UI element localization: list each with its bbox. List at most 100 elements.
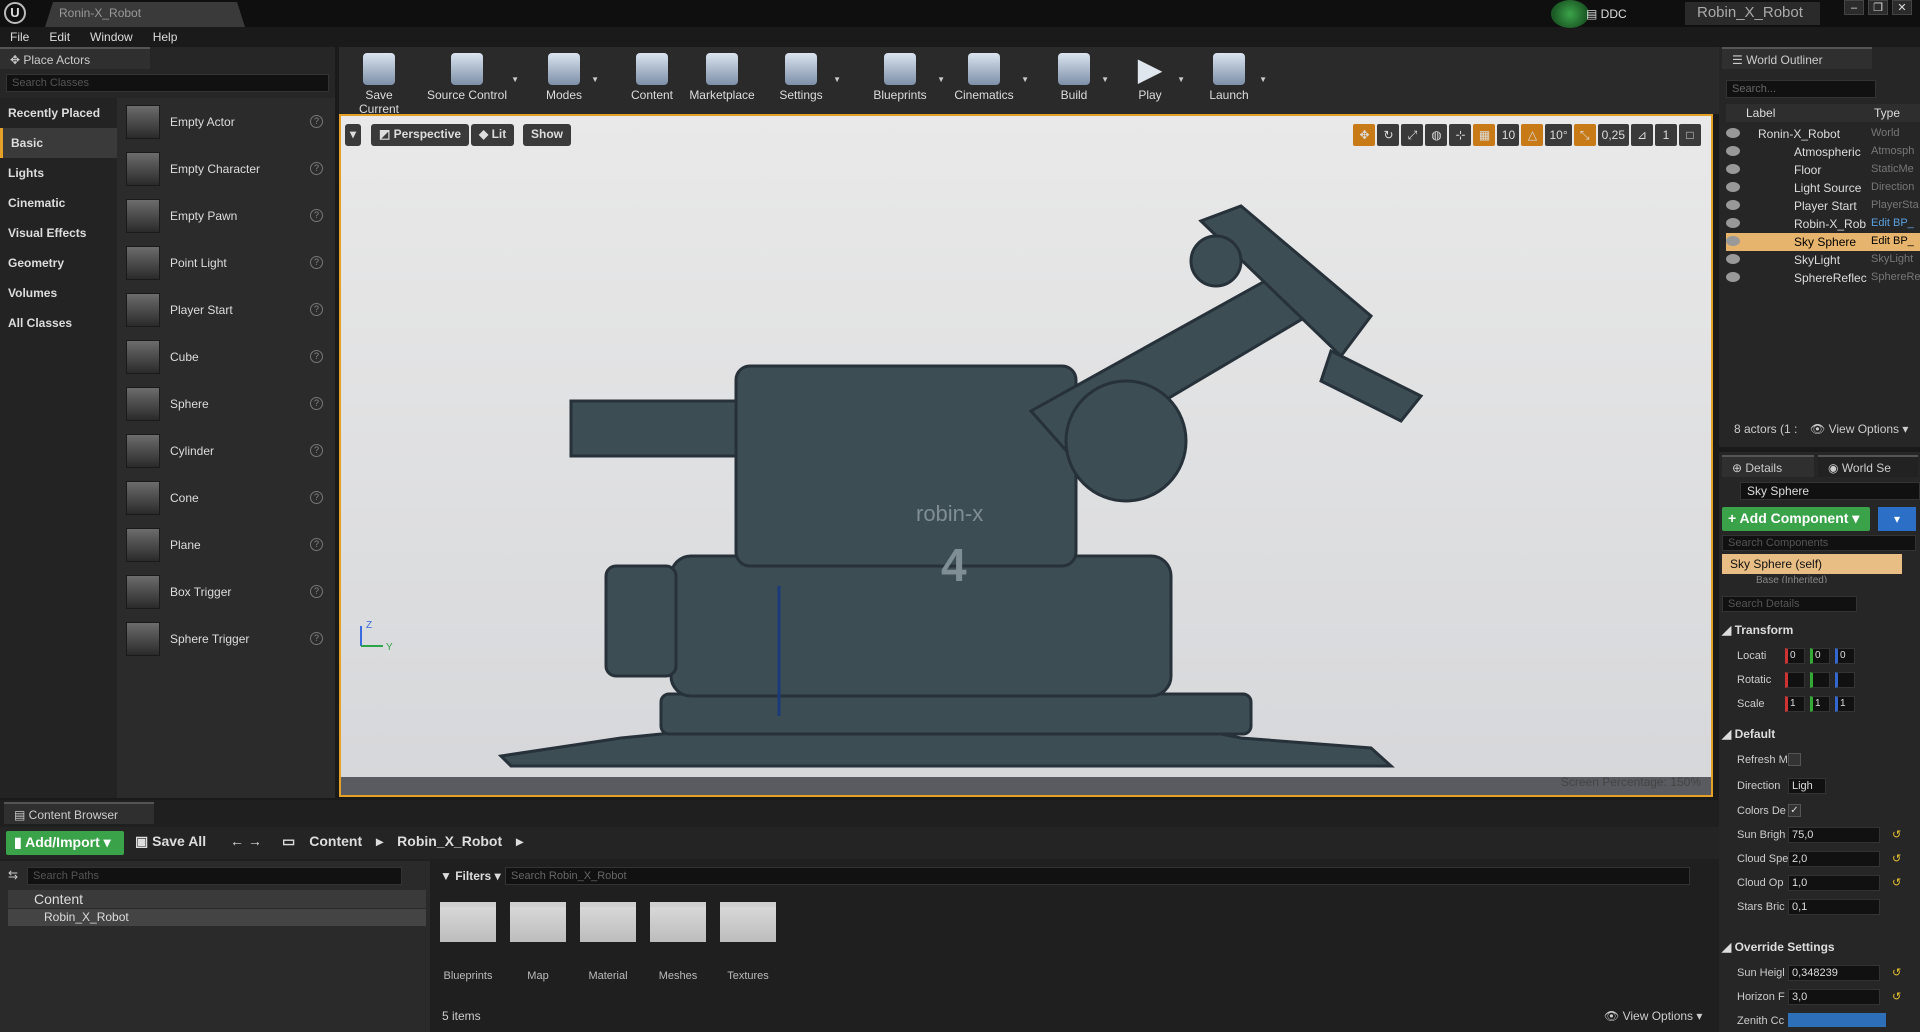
modes-button[interactable]: Modes ▼ xyxy=(539,47,599,114)
launch-button[interactable]: Launch ▼ xyxy=(1201,47,1267,114)
scale-y-field[interactable]: 1 xyxy=(1810,696,1830,712)
source-control-button[interactable]: Source Control ▼ xyxy=(425,47,519,114)
cloud-speed-field[interactable]: 2,0 xyxy=(1788,851,1880,867)
outliner-row[interactable]: SkyLight SkyLight xyxy=(1726,251,1920,269)
visibility-eye-icon[interactable] xyxy=(1726,128,1740,138)
cloud-opacity-field[interactable]: 1,0 xyxy=(1788,875,1880,891)
search-components-input[interactable]: Search Components xyxy=(1722,535,1916,551)
dropdown-arrow-icon[interactable]: ▼ xyxy=(591,75,599,84)
outliner-row[interactable]: Floor StaticMe xyxy=(1726,161,1920,179)
add-import-button[interactable]: ▮ Add/Import ▾ xyxy=(6,831,124,855)
dropdown-arrow-icon[interactable]: ▼ xyxy=(1101,75,1109,84)
play-button[interactable]: ▶ Play ▼ xyxy=(1125,47,1185,114)
help-icon[interactable]: ? xyxy=(310,585,323,598)
actor-item[interactable]: Cone? xyxy=(117,474,335,521)
object-name-field[interactable]: Sky Sphere xyxy=(1740,482,1920,500)
folder-meshes-icon[interactable] xyxy=(650,902,706,942)
location-z-field[interactable]: 0 xyxy=(1835,648,1855,664)
rotation-y-field[interactable] xyxy=(1810,672,1830,688)
content-view-options-button[interactable]: 👁 View Options ▾ xyxy=(1604,1009,1702,1023)
outliner-row[interactable]: Light Source Direction xyxy=(1726,179,1920,197)
minimize-button[interactable]: – xyxy=(1844,0,1864,15)
category-all-classes[interactable]: All Classes xyxy=(0,308,117,338)
component-inherited-item[interactable]: Base (Inherited) xyxy=(1722,575,1902,583)
scale-z-field[interactable]: 1 xyxy=(1835,696,1855,712)
override-section-header[interactable]: ◢ Override Settings xyxy=(1722,940,1835,954)
zenith-color-swatch[interactable] xyxy=(1788,1013,1886,1027)
actor-item[interactable]: Plane? xyxy=(117,521,335,568)
outliner-row[interactable]: Ronin-X_Robot World xyxy=(1726,125,1920,143)
search-assets-input[interactable]: Search Robin_X_Robot xyxy=(505,867,1690,885)
dropdown-arrow-icon[interactable]: ▼ xyxy=(511,75,519,84)
default-section-header[interactable]: ◢ Default xyxy=(1722,727,1775,741)
visibility-eye-icon[interactable] xyxy=(1726,182,1740,192)
folder-material-icon[interactable] xyxy=(580,902,636,942)
build-button[interactable]: Build ▼ xyxy=(1049,47,1109,114)
maximize-button[interactable]: ❐ xyxy=(1868,0,1888,15)
visibility-eye-icon[interactable] xyxy=(1726,200,1740,210)
edit-blueprint-link[interactable]: Edit BP_ xyxy=(1871,217,1914,229)
outliner-row-selected[interactable]: Sky Sphere Edit BP_ xyxy=(1726,233,1920,251)
dropdown-arrow-icon[interactable]: ▼ xyxy=(1259,75,1267,84)
rotation-x-field[interactable] xyxy=(1785,672,1805,688)
visibility-eye-icon[interactable] xyxy=(1726,254,1740,264)
help-icon[interactable]: ? xyxy=(310,256,323,269)
search-details-input[interactable]: Search Details xyxy=(1722,596,1857,612)
col-label[interactable]: Label xyxy=(1746,106,1775,120)
blueprints-button[interactable]: Blueprints ▼ xyxy=(865,47,945,114)
category-recently-placed[interactable]: Recently Placed xyxy=(0,98,117,128)
transform-section-header[interactable]: ◢ Transform xyxy=(1722,623,1793,637)
reset-default-icon[interactable]: ↺ xyxy=(1892,828,1901,841)
sun-brightness-field[interactable]: 75,0 xyxy=(1788,827,1880,843)
outliner-row[interactable]: Atmospheric Atmosph xyxy=(1726,143,1920,161)
horizon-falloff-field[interactable]: 3,0 xyxy=(1788,989,1880,1005)
help-icon[interactable]: ? xyxy=(310,115,323,128)
visibility-eye-icon[interactable] xyxy=(1726,272,1740,282)
visibility-eye-icon[interactable] xyxy=(1726,236,1740,246)
level-viewport[interactable]: ▾ ◩ Perspective ◆ Lit Show ✥ ↻ ⤢ ◍ ⊹ ▦ 1… xyxy=(339,114,1713,797)
component-self-item[interactable]: Sky Sphere (self) xyxy=(1722,554,1902,574)
category-visual-effects[interactable]: Visual Effects xyxy=(0,218,117,248)
content-button[interactable]: Content xyxy=(627,47,677,114)
reset-default-icon[interactable]: ↺ xyxy=(1892,876,1901,889)
breadcrumb-content[interactable]: Content xyxy=(309,833,362,850)
forward-arrow-icon[interactable]: → xyxy=(248,833,262,849)
actor-item[interactable]: Empty Actor? xyxy=(117,98,335,145)
actor-item[interactable]: Sphere Trigger? xyxy=(117,615,335,662)
menu-file[interactable]: File xyxy=(0,27,39,47)
category-cinematic[interactable]: Cinematic xyxy=(0,188,117,218)
directional-light-select[interactable]: Ligh xyxy=(1788,778,1826,794)
colors-checkbox[interactable]: ✓ xyxy=(1788,804,1801,817)
reset-default-icon[interactable]: ↺ xyxy=(1892,966,1901,979)
sun-height-field[interactable]: 0,348239 xyxy=(1788,965,1880,981)
outliner-view-options-button[interactable]: 👁 View Options ▾ xyxy=(1810,422,1908,436)
category-lights[interactable]: Lights xyxy=(0,158,117,188)
close-button[interactable]: ✕ xyxy=(1892,0,1912,15)
actor-item[interactable]: Point Light? xyxy=(117,239,335,286)
settings-button[interactable]: Settings ▼ xyxy=(771,47,841,114)
edit-blueprint-link[interactable]: Edit BP_ xyxy=(1871,235,1914,247)
tab-world-settings[interactable]: ◉ World Se xyxy=(1818,455,1918,477)
cinematics-button[interactable]: Cinematics ▼ xyxy=(949,47,1029,114)
visibility-eye-icon[interactable] xyxy=(1726,164,1740,174)
category-volumes[interactable]: Volumes xyxy=(0,278,117,308)
reset-default-icon[interactable]: ↺ xyxy=(1892,852,1901,865)
stars-brightness-field[interactable]: 0,1 xyxy=(1788,899,1880,915)
outliner-row[interactable]: Robin-X_Rob Edit BP_ xyxy=(1726,215,1920,233)
help-icon[interactable]: ? xyxy=(310,350,323,363)
blueprint-dropdown-button[interactable]: ▾ xyxy=(1878,507,1916,531)
help-icon[interactable]: ? xyxy=(310,538,323,551)
save-all-button[interactable]: ▣ Save All xyxy=(135,833,206,850)
dropdown-arrow-icon[interactable]: ▼ xyxy=(1177,75,1185,84)
help-icon[interactable]: ? xyxy=(310,162,323,175)
col-type[interactable]: Type xyxy=(1874,106,1900,120)
save-current-button[interactable]: Save Current xyxy=(347,47,411,116)
actor-item[interactable]: Sphere? xyxy=(117,380,335,427)
help-icon[interactable]: ? xyxy=(310,303,323,316)
actor-item[interactable]: Cube? xyxy=(117,333,335,380)
document-tab[interactable]: Ronin-X_Robot xyxy=(45,2,245,27)
help-icon[interactable]: ? xyxy=(310,444,323,457)
outliner-row[interactable]: Player Start PlayerSta xyxy=(1726,197,1920,215)
reset-default-icon[interactable]: ↺ xyxy=(1892,990,1901,1003)
actor-item[interactable]: Box Trigger? xyxy=(117,568,335,615)
